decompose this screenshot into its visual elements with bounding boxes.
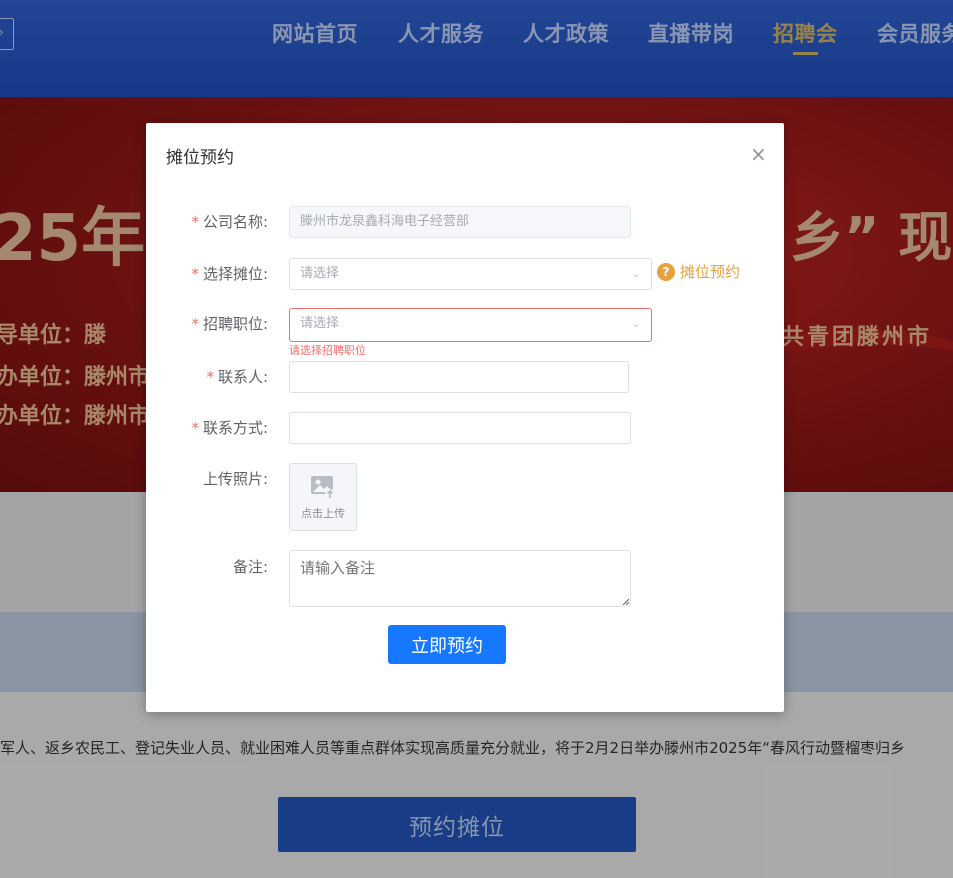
resize-grip-icon[interactable] — [622, 598, 629, 605]
booth-booking-help-text: 摊位预约 — [680, 263, 741, 281]
position-select-placeholder: 请选择 — [300, 316, 340, 331]
dialog-title: 摊位预约 — [166, 148, 234, 168]
company-name-input[interactable]: 滕州市龙泉鑫科海电子经营部 — [289, 206, 631, 238]
chevron-down-icon: ⌄ — [631, 317, 641, 330]
position-select[interactable]: 请选择 ⌄ — [289, 308, 652, 342]
photo-upload-button[interactable]: 点击上传 — [289, 463, 357, 531]
photo-label: 上传照片: — [202, 470, 268, 488]
question-icon: ? — [657, 262, 675, 281]
booth-booking-help-link[interactable]: ? 摊位预约 — [657, 261, 740, 282]
contact-person-input[interactable] — [289, 361, 629, 393]
phone-label: * 联系方式: — [191, 419, 268, 437]
position-error-message: 请选择招聘职位 — [289, 344, 366, 357]
required-star: * — [191, 419, 199, 437]
contact-label: * 联系人: — [206, 368, 268, 386]
note-textarea[interactable] — [289, 550, 631, 607]
booth-booking-dialog: 摊位预约 × * 公司名称: 滕州市龙泉鑫科海电子经营部 * 选择摊位: 请选择 ⌄… — [146, 123, 784, 712]
note-label: 备注: — [232, 558, 268, 576]
required-star: * — [191, 315, 199, 333]
position-label: * 招聘职位: — [191, 315, 268, 333]
contact-phone-input[interactable] — [289, 412, 631, 444]
image-upload-icon — [311, 476, 335, 499]
upload-text: 点击上传 — [301, 507, 345, 520]
booth-select[interactable]: 请选择 ⌄ — [289, 258, 652, 290]
required-star: * — [191, 213, 199, 231]
close-icon[interactable]: × — [750, 144, 767, 164]
chevron-down-icon: ⌄ — [631, 267, 641, 280]
booth-label: * 选择摊位: — [191, 265, 268, 283]
required-star: * — [206, 368, 214, 386]
booth-select-placeholder: 请选择 — [300, 266, 340, 281]
company-label: * 公司名称: — [191, 213, 268, 231]
submit-booking-button[interactable]: 立即预约 — [388, 625, 506, 664]
required-star: * — [191, 265, 199, 283]
